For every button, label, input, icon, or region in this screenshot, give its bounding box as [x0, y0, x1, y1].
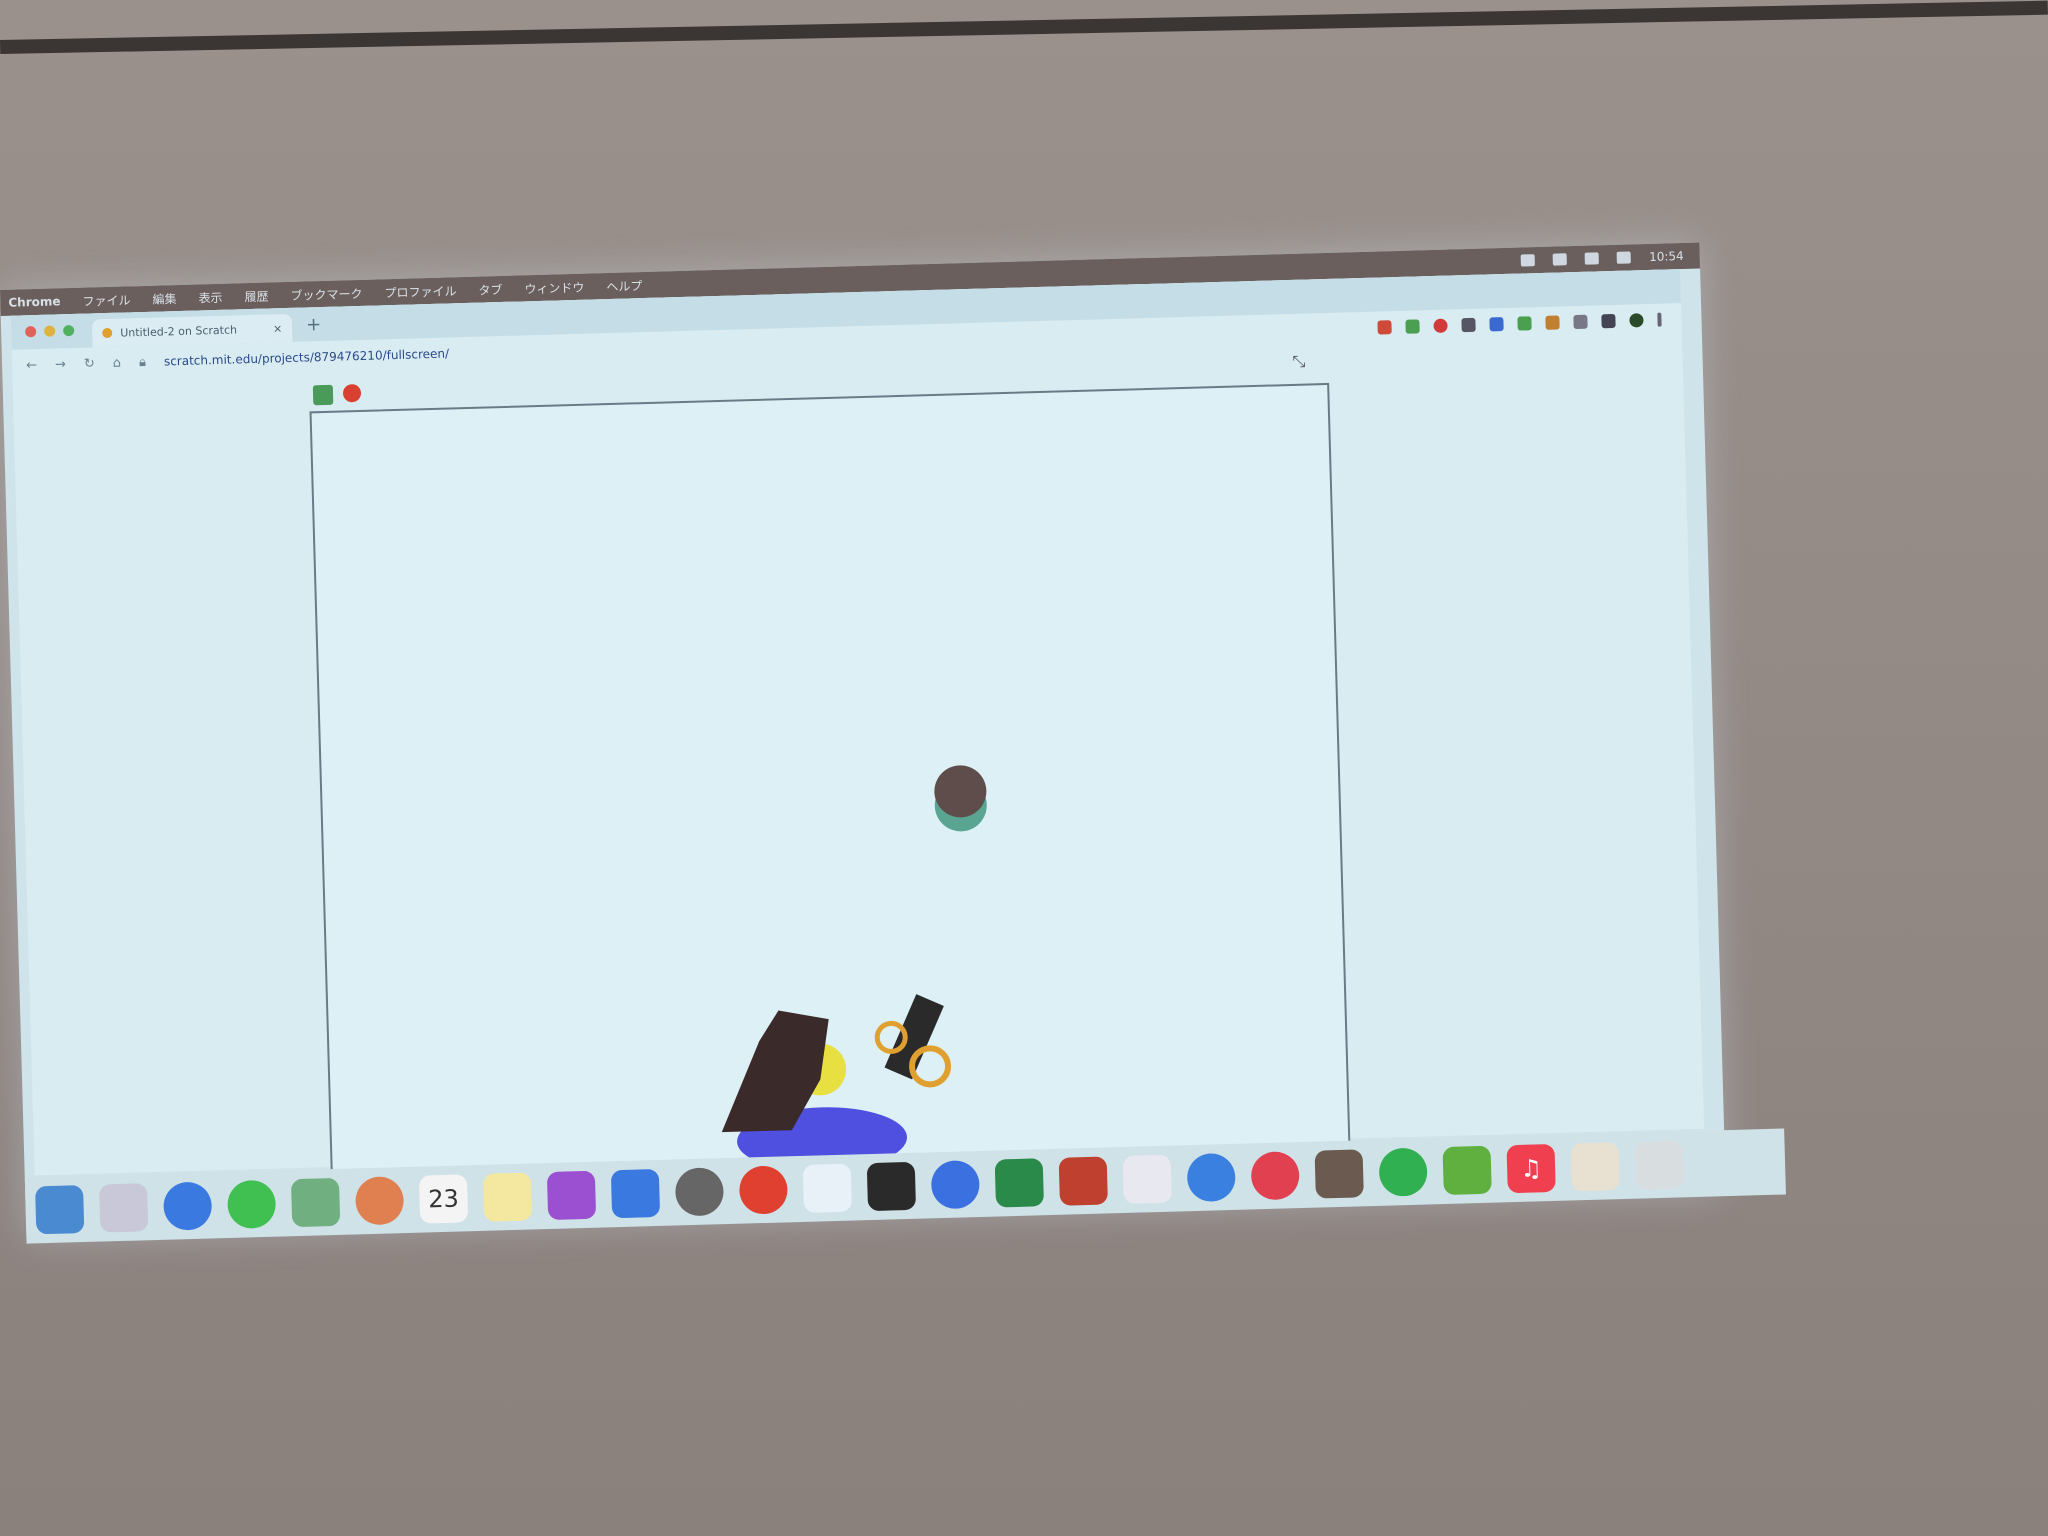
wifi-icon[interactable]	[1584, 252, 1600, 265]
app-icon[interactable]	[1314, 1149, 1364, 1199]
menu-help[interactable]: ヘルプ	[606, 277, 642, 295]
launchpad-icon[interactable]	[99, 1183, 149, 1233]
clock[interactable]: 10:54	[1649, 249, 1684, 264]
messages-icon[interactable]	[226, 1179, 277, 1229]
notes-icon[interactable]	[482, 1172, 533, 1222]
menu-edit[interactable]: 編集	[152, 290, 176, 308]
skype-icon[interactable]	[1186, 1152, 1236, 1203]
new-tab-button[interactable]: +	[306, 314, 322, 335]
vscode-icon[interactable]	[802, 1163, 853, 1213]
extension-icon[interactable]	[1573, 314, 1588, 330]
menu-view[interactable]: 表示	[198, 288, 222, 306]
extension-icon[interactable]	[1405, 319, 1420, 334]
menu-bookmarks[interactable]: ブックマーク	[290, 284, 362, 303]
extension-icon[interactable]	[1545, 315, 1560, 330]
lock-icon: 🔒︎	[138, 354, 147, 370]
menu-profile[interactable]: プロファイル	[384, 282, 456, 301]
reload-icon[interactable]: ↻	[84, 356, 95, 371]
podcasts-icon[interactable]	[546, 1170, 597, 1221]
status-icon[interactable]	[1552, 253, 1568, 266]
calendar-icon[interactable]: 23	[418, 1174, 469, 1224]
stop-button[interactable]	[342, 383, 362, 403]
signal-icon[interactable]	[930, 1160, 981, 1210]
stage-controls	[312, 383, 362, 406]
photos-icon[interactable]	[354, 1176, 405, 1226]
tab-scratch[interactable]: Untitled-2 on Scratch ×	[91, 313, 293, 348]
settings-icon[interactable]	[674, 1167, 725, 1217]
green-flag-button[interactable]	[312, 384, 334, 406]
menu-tab[interactable]: タブ	[478, 280, 502, 298]
close-window-button[interactable]	[25, 326, 37, 338]
forward-icon[interactable]: →	[55, 357, 66, 372]
excel-icon[interactable]	[994, 1158, 1044, 1208]
minimize-window-button[interactable]	[44, 325, 56, 337]
tab-title: Untitled-2 on Scratch	[120, 322, 238, 340]
finder-icon[interactable]	[35, 1185, 85, 1235]
database-icon[interactable]	[1058, 1156, 1108, 1206]
exit-fullscreen-icon[interactable]: ⤡	[1292, 352, 1305, 372]
scratch-favicon-icon	[102, 327, 113, 339]
more-menu-icon[interactable]	[1657, 312, 1662, 327]
close-tab-icon[interactable]: ×	[273, 322, 283, 335]
extension-icon[interactable]	[1517, 316, 1532, 331]
app-store-icon[interactable]	[610, 1168, 661, 1219]
maximize-window-button[interactable]	[63, 324, 75, 337]
extension-icon[interactable]	[1377, 320, 1392, 335]
slack-icon[interactable]	[1122, 1154, 1172, 1204]
extension-icon[interactable]	[1489, 317, 1504, 332]
trash-icon[interactable]	[1634, 1140, 1684, 1190]
back-icon[interactable]: ←	[26, 357, 37, 372]
search-icon[interactable]	[1616, 251, 1632, 264]
projected-screen: Chrome ファイル 編集 表示 履歴 ブックマーク プロファイル タブ ウィ…	[0, 242, 1786, 1244]
menu-history[interactable]: 履歴	[244, 287, 268, 305]
extension-icon[interactable]	[1461, 317, 1476, 333]
status-icon[interactable]	[1521, 254, 1536, 267]
extension-icon[interactable]	[1433, 318, 1448, 333]
scratch-stage[interactable]	[309, 382, 1351, 1182]
app-icon[interactable]	[1250, 1151, 1300, 1201]
menu-file[interactable]: ファイル	[82, 291, 130, 309]
menu-chrome[interactable]: Chrome	[8, 294, 61, 309]
chrome-icon[interactable]	[738, 1165, 789, 1215]
spotify-icon[interactable]	[1378, 1147, 1428, 1197]
music-icon[interactable]: ♫	[1506, 1143, 1556, 1194]
home-icon[interactable]: ⌂	[113, 355, 122, 370]
preview-icon[interactable]	[1570, 1142, 1620, 1192]
status-icons: 10:54	[1521, 249, 1700, 268]
profile-avatar[interactable]	[1629, 313, 1644, 328]
ball-sprite[interactable]	[933, 764, 988, 819]
url-field[interactable]: scratch.mit.edu/projects/879476210/fulls…	[164, 346, 449, 368]
maps-icon[interactable]	[290, 1177, 341, 1228]
menu-window[interactable]: ウィンドウ	[524, 278, 584, 297]
safari-icon[interactable]	[162, 1181, 213, 1231]
extension-icon[interactable]	[1601, 313, 1616, 329]
extensions-bar	[1377, 312, 1681, 335]
chrome-window: Untitled-2 on Scratch × + ← → ↻ ⌂ 🔒︎ scr…	[10, 269, 1705, 1182]
numbers-icon[interactable]	[1442, 1145, 1492, 1196]
terminal-icon[interactable]	[866, 1161, 917, 1212]
cannon-sprite[interactable]	[868, 985, 971, 1108]
